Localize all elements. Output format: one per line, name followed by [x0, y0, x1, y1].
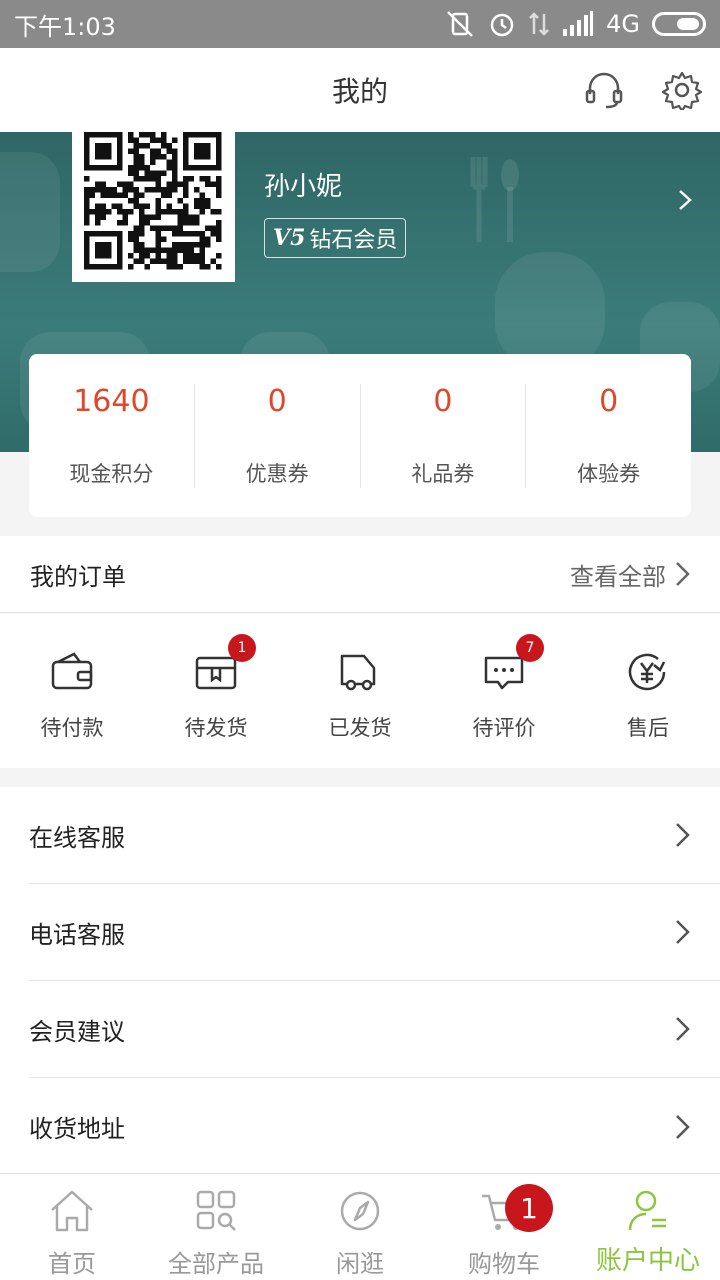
- tab-all-products[interactable]: 全部产品: [144, 1174, 288, 1280]
- service-menu: 在线客服 电话客服 会员建议 收货地址: [0, 787, 720, 1175]
- menu-item-label: 电话客服: [29, 920, 125, 949]
- order-pending-shipment[interactable]: 1 待发货: [144, 614, 288, 768]
- stat-cash-points[interactable]: 1640 现金积分: [29, 383, 195, 488]
- notification-badge: 7: [516, 634, 544, 662]
- stat-gift-vouchers[interactable]: 0 礼品券: [361, 383, 527, 488]
- vip-level-icon: V5: [273, 225, 306, 251]
- truck-icon: [340, 654, 376, 691]
- stat-value: 0: [599, 383, 619, 419]
- order-status-label: 已发货: [328, 716, 392, 740]
- status-bar: 下午1:03 4G: [0, 0, 720, 48]
- menu-phone-service[interactable]: 电话客服: [29, 884, 720, 981]
- tab-label: 账户中心: [595, 1246, 700, 1276]
- stat-value: 1640: [73, 383, 150, 419]
- notification-badge: 1: [228, 634, 256, 662]
- menu-item-label: 收货地址: [29, 1115, 125, 1143]
- account-stats-card: 1640 现金积分 0 优惠券 0 礼品券 0 体验券: [29, 354, 691, 517]
- stat-value: 0: [267, 383, 287, 419]
- menu-member-feedback[interactable]: 会员建议: [29, 981, 720, 1078]
- menu-online-service[interactable]: 在线客服: [29, 787, 720, 884]
- stat-label: 礼品券: [411, 461, 475, 486]
- order-status-label: 售后: [627, 716, 669, 740]
- stat-label: 体验券: [577, 461, 641, 486]
- view-all-orders-link[interactable]: 查看全部: [570, 557, 666, 592]
- tab-browse[interactable]: 闲逛: [288, 1174, 432, 1280]
- page-header: 我的: [0, 48, 720, 132]
- chevron-right-icon: [676, 1114, 690, 1139]
- chevron-right-icon: [676, 823, 690, 847]
- my-orders-header[interactable]: 我的订单 查看全部: [0, 536, 720, 613]
- order-after-sales[interactable]: 售后: [576, 614, 720, 768]
- tab-label: 全部产品: [168, 1250, 264, 1278]
- tab-label: 闲逛: [336, 1250, 384, 1278]
- order-pending-payment[interactable]: 待付款: [0, 614, 144, 768]
- member-qr-code[interactable]: [72, 132, 235, 282]
- order-shipped[interactable]: 已发货: [288, 614, 432, 768]
- chevron-right-icon[interactable]: [676, 188, 696, 212]
- qr-code-image: [84, 132, 222, 270]
- signal-icon: [563, 11, 594, 36]
- order-status-label: 待发货: [184, 716, 248, 740]
- compass-icon: [340, 1191, 380, 1231]
- grid-search-icon: [196, 1190, 236, 1231]
- tab-account-center[interactable]: 账户中心: [576, 1174, 720, 1280]
- home-icon: [51, 1190, 93, 1232]
- menu-item-label: 会员建议: [29, 1017, 125, 1046]
- order-status-label: 待付款: [40, 716, 104, 740]
- data-arrows-icon: [529, 12, 550, 36]
- tab-cart[interactable]: 1 购物车: [432, 1174, 576, 1280]
- chevron-right-icon: [676, 562, 690, 586]
- bottom-tab-bar: 首页 全部产品 闲逛 1 购物车 账户中心: [0, 1173, 720, 1280]
- tab-home[interactable]: 首页: [0, 1174, 144, 1280]
- vibrate-off-icon: [447, 11, 474, 37]
- stat-coupons[interactable]: 0 优惠券: [195, 383, 361, 488]
- stat-label: 现金积分: [69, 461, 154, 486]
- order-status-label: 待评价: [472, 716, 536, 740]
- chevron-right-icon: [676, 1017, 690, 1041]
- user-name: 孙小妮: [264, 172, 343, 202]
- network-type: 4G: [606, 10, 640, 38]
- banner-decoration: [0, 152, 60, 272]
- alarm-icon: [490, 13, 514, 37]
- cart-count-badge: 1: [505, 1184, 553, 1232]
- battery-icon: [652, 12, 706, 36]
- stat-value: 0: [433, 383, 453, 419]
- member-level-badge: V5 钻石会员: [264, 218, 407, 258]
- wallet-icon: [51, 652, 93, 690]
- menu-item-label: 在线客服: [29, 823, 125, 852]
- menu-shipping-address[interactable]: 收货地址: [29, 1078, 720, 1175]
- status-icons: 4G: [444, 10, 706, 38]
- member-level-label: 钻石会员: [309, 228, 398, 253]
- my-orders-title: 我的订单: [30, 562, 126, 591]
- stat-trial-vouchers[interactable]: 0 体验券: [526, 384, 691, 488]
- utensils-decoration-icon: [470, 157, 519, 242]
- order-status-row: 待付款 1 待发货 已发货 7 待评价 售后: [0, 614, 720, 768]
- tab-label: 购物车: [468, 1250, 540, 1278]
- headset-icon[interactable]: [584, 70, 624, 110]
- tab-label: 首页: [48, 1250, 96, 1278]
- order-pending-review[interactable]: 7 待评价: [432, 614, 576, 768]
- yen-refund-icon: [628, 653, 666, 691]
- page-title: 我的: [331, 75, 388, 108]
- user-icon: [628, 1190, 666, 1231]
- stat-label: 优惠券: [245, 461, 309, 486]
- chevron-right-icon: [676, 920, 690, 944]
- gear-icon[interactable]: [662, 70, 702, 110]
- status-time: 下午1:03: [14, 12, 116, 41]
